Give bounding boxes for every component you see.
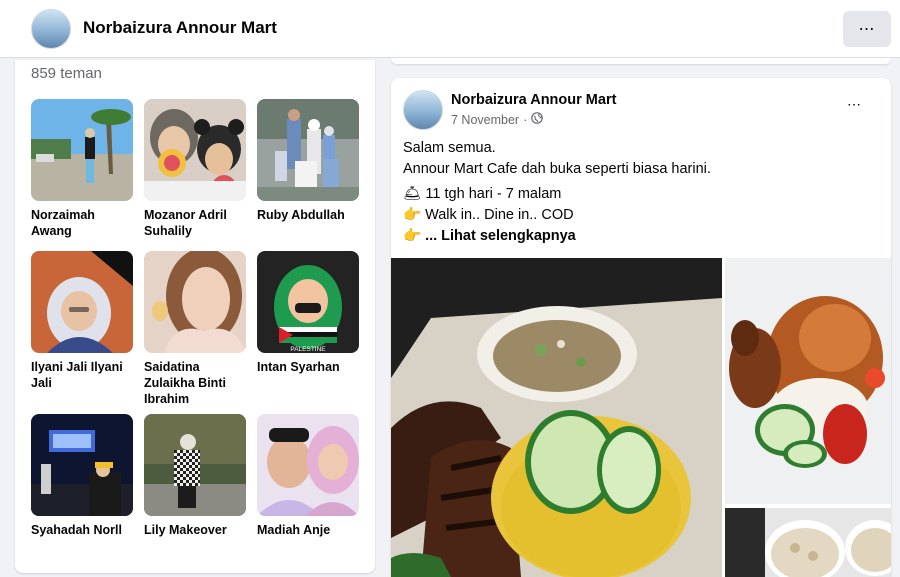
friend-name[interactable]: Ilyani Jali Ilyani Jali [31, 359, 133, 391]
more-icon: ⋯ [858, 21, 876, 38]
friend-photo[interactable]: PALESTINE [257, 251, 359, 353]
friend-item[interactable]: Ilyani Jali Ilyani Jali [31, 251, 133, 391]
hours-line: 🛎 11 tgh hari - 7 malam [403, 184, 873, 205]
friend-photo[interactable] [144, 251, 246, 353]
friend-photo[interactable] [31, 251, 133, 353]
friend-name[interactable]: Syahadah Norll [31, 522, 133, 538]
hours-text: 11 tgh hari - 7 malam [425, 186, 562, 202]
friend-item[interactable]: Mozanor Adril Suhalily [144, 99, 246, 239]
see-more-link[interactable]: Lihat selengkapnya [441, 226, 576, 247]
friend-item[interactable]: Ruby Abdullah [257, 99, 359, 223]
post-text-line: Annour Mart Cafe dah buka seperti biasa … [403, 161, 711, 177]
friend-photo[interactable] [31, 99, 133, 201]
post-text-line: Salam semua. [403, 140, 496, 156]
friend-item[interactable]: Lily Makeover [144, 414, 246, 538]
friends-card: 859 teman Norzaimah Awang Mozanor Adril … [15, 60, 375, 573]
post-author-name[interactable]: Norbaizura Annour Mart [451, 92, 616, 108]
friend-count: 859 teman [31, 65, 102, 82]
friend-item[interactable]: PALESTINE Intan Syarhan [257, 251, 359, 375]
services-line: 👉 Walk in.. Dine in.. COD [403, 205, 873, 226]
friend-photo[interactable] [144, 99, 246, 201]
globe-icon [531, 112, 544, 127]
friend-name[interactable]: Madiah Anje [257, 522, 359, 538]
profile-header-bar: Norbaizura Annour Mart ⋯ [0, 0, 900, 58]
friend-name[interactable]: Ruby Abdullah [257, 207, 359, 223]
see-more-line: 👉 ... Lihat selengkapnya [403, 226, 873, 247]
post-author-avatar[interactable] [403, 90, 443, 130]
post-date[interactable]: 7 November [451, 113, 519, 127]
friend-photo[interactable] [144, 414, 246, 516]
friend-photo[interactable] [31, 414, 133, 516]
post-details: 🛎 11 tgh hari - 7 malam 👉 Walk in.. Dine… [403, 184, 873, 247]
pointing-hand-icon: 👉 [403, 228, 422, 244]
friend-item[interactable]: Madiah Anje [257, 414, 359, 538]
post-card: Norbaizura Annour Mart 7 November · ⋯ Sa… [391, 78, 891, 577]
friend-item[interactable]: Saidatina Zulaikha Binti Ibrahim [144, 251, 246, 407]
post-photo-main[interactable] [391, 258, 722, 577]
friend-name[interactable]: Mozanor Adril Suhalily [144, 207, 246, 239]
post-more-options-button[interactable]: ⋯ [847, 96, 862, 113]
friend-item[interactable]: Syahadah Norll [31, 414, 133, 538]
friend-item[interactable]: Norzaimah Awang [31, 99, 133, 239]
friend-photo[interactable] [257, 414, 359, 516]
profile-avatar[interactable] [31, 9, 71, 49]
pointing-hand-icon: 👉 [403, 207, 422, 223]
friend-photo[interactable] [257, 99, 359, 201]
friend-name[interactable]: Lily Makeover [144, 522, 246, 538]
post-meta: 7 November · [451, 112, 544, 127]
see-more-ellipsis: ... [425, 228, 438, 244]
friend-name[interactable]: Saidatina Zulaikha Binti Ibrahim [144, 359, 246, 407]
bell-icon: 🛎 [403, 186, 422, 202]
friend-name[interactable]: Norzaimah Awang [31, 207, 133, 239]
palestine-text: PALESTINE [290, 346, 326, 353]
post-photo-tertiary[interactable] [725, 508, 891, 577]
profile-name[interactable]: Norbaizura Annour Mart [83, 18, 277, 38]
more-options-button[interactable]: ⋯ [843, 11, 891, 47]
previous-card-edge [391, 58, 891, 64]
friend-name[interactable]: Intan Syarhan [257, 359, 359, 375]
post-text: Salam semua. Annour Mart Cafe dah buka s… [403, 138, 873, 180]
services-text: Walk in.. Dine in.. COD [425, 207, 574, 223]
meta-dot: · [523, 112, 528, 127]
post-photo-secondary[interactable] [725, 258, 891, 504]
